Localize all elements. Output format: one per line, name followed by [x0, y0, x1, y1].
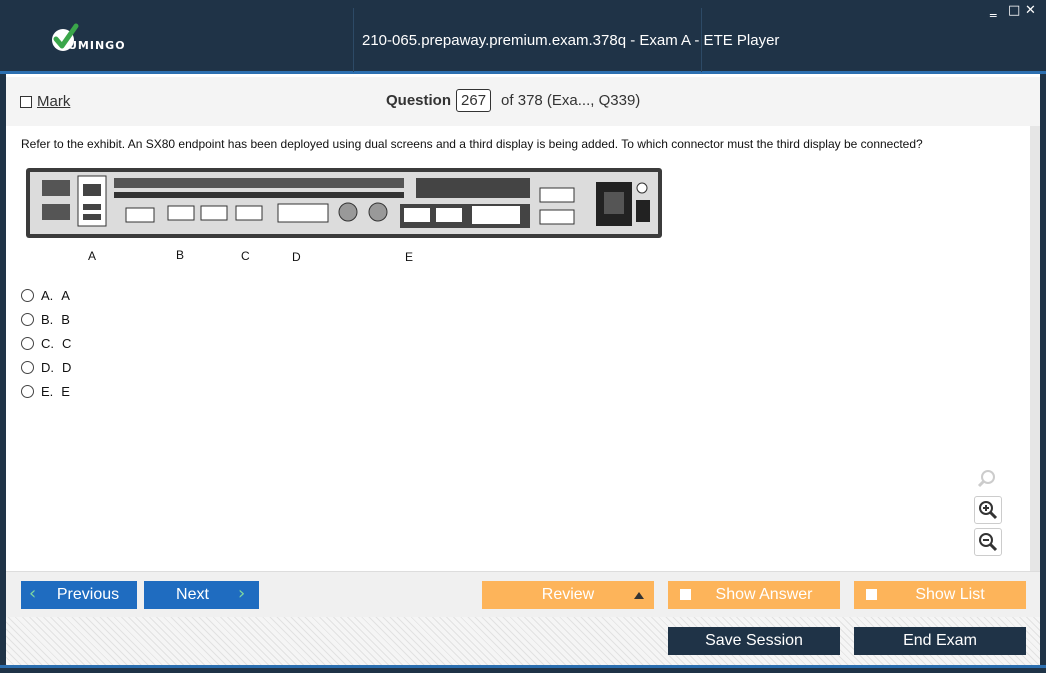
save-session-label: Save Session: [705, 632, 803, 649]
checkbox-icon: [866, 589, 877, 600]
radio-button[interactable]: [21, 312, 34, 326]
radio-button[interactable]: [21, 384, 34, 398]
answer-letter: A.: [41, 287, 54, 303]
checkbox-icon: [680, 589, 691, 600]
mark-label[interactable]: Mark: [37, 93, 70, 110]
answer-letter: E.: [41, 383, 54, 399]
connector-label-a: A: [88, 249, 97, 263]
checkbox-icon[interactable]: [20, 95, 32, 108]
show-list-button[interactable]: Show List: [854, 581, 1026, 609]
window-bottom-border: [0, 665, 1046, 673]
previous-button[interactable]: ‹ Previous: [21, 581, 137, 609]
question-bar: Mark Question 267 of 378 (Exa..., Q339): [6, 77, 1040, 127]
next-label: Next: [176, 586, 209, 603]
question-counter: Question 267 of 378 (Exa..., Q339): [386, 89, 640, 112]
magnifier-icon[interactable]: [974, 466, 1000, 492]
next-button[interactable]: Next ›: [144, 581, 259, 609]
answer-text: B: [61, 311, 70, 327]
minimize-button[interactable]: ‗: [990, 4, 997, 18]
window-frame: [1040, 74, 1046, 673]
answer-option[interactable]: E. E: [21, 379, 71, 403]
radio-button[interactable]: [21, 288, 34, 302]
end-exam-button[interactable]: End Exam: [854, 627, 1026, 655]
answer-letter: B.: [41, 311, 54, 327]
question-label: Question: [386, 92, 452, 109]
answer-text: D: [62, 359, 72, 375]
mark-checkbox[interactable]: Mark: [20, 93, 70, 110]
title-separator: [353, 8, 354, 72]
connector-label-e: E: [405, 250, 414, 264]
logo-text: UMINGO: [68, 39, 126, 52]
end-exam-label: End Exam: [903, 632, 977, 649]
answer-option[interactable]: D. D: [21, 355, 71, 379]
answer-list: A. A B. B C. C D. D E. E: [21, 283, 71, 403]
navigation-bar: ‹ Previous Next › Review Show Answer Sho…: [6, 571, 1040, 618]
chevron-left-icon: ‹: [29, 583, 37, 604]
window-title: 210-065.prepaway.premium.exam.378q - Exa…: [362, 32, 780, 49]
previous-label: Previous: [56, 586, 120, 603]
close-button[interactable]: ✕: [1025, 4, 1036, 18]
vertical-scrollbar[interactable]: [1030, 126, 1040, 571]
connector-label-b: B: [176, 248, 185, 262]
review-label: Review: [541, 586, 595, 603]
answer-option[interactable]: A. A: [21, 283, 71, 307]
exhibit-image: [26, 168, 662, 238]
radio-button[interactable]: [21, 336, 34, 350]
question-content: Refer to the exhibit. An SX80 endpoint h…: [6, 126, 1030, 571]
show-answer-label: Show Answer: [715, 586, 813, 603]
question-total: of 378 (Exa..., Q339): [501, 92, 641, 109]
answer-letter: D.: [41, 359, 54, 375]
answer-text: E: [61, 383, 70, 399]
answer-text: A: [61, 287, 70, 303]
answer-text: C: [62, 335, 72, 351]
chevron-right-icon: ›: [238, 583, 246, 604]
maximize-button[interactable]: □: [1008, 4, 1020, 18]
answer-option[interactable]: B. B: [21, 307, 71, 331]
triangle-up-icon[interactable]: [634, 591, 644, 599]
zoom-in-icon[interactable]: [974, 496, 1002, 524]
show-answer-button[interactable]: Show Answer: [668, 581, 840, 609]
zoom-out-icon[interactable]: [974, 528, 1002, 556]
title-bar: UMINGO 210-065.prepaway.premium.exam.378…: [0, 0, 1046, 74]
zoom-tools: [974, 466, 1002, 560]
question-number-input[interactable]: 267: [456, 89, 492, 112]
review-button[interactable]: Review: [482, 581, 654, 609]
answer-letter: C.: [41, 335, 54, 351]
answer-option[interactable]: C. C: [21, 331, 71, 355]
footer-area: Save Session End Exam: [6, 617, 1040, 665]
question-text: Refer to the exhibit. An SX80 endpoint h…: [21, 137, 923, 151]
connector-label-d: D: [292, 250, 301, 264]
show-list-label: Show List: [915, 586, 985, 603]
save-session-button[interactable]: Save Session: [668, 627, 840, 655]
radio-button[interactable]: [21, 360, 34, 374]
connector-label-c: C: [241, 249, 250, 263]
